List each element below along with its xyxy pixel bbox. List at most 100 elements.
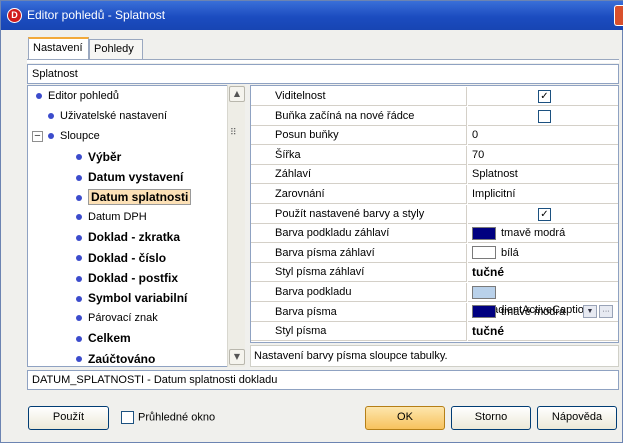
ellipsis-icon[interactable]: ···	[599, 304, 613, 318]
tree-item[interactable]: Doklad - zkratka	[76, 228, 180, 248]
property-value[interactable]: Splatnost	[468, 165, 618, 185]
color-name: tmavě modrá	[501, 227, 566, 240]
tree-item-label: Datum vystavení	[88, 169, 184, 184]
tab-panel	[27, 59, 619, 63]
tree-item-label: Párovací znak	[88, 312, 158, 325]
property-row[interactable]: Viditelnost ✓	[251, 87, 618, 106]
tree-item[interactable]: Doklad - číslo	[76, 249, 166, 269]
tree-item[interactable]: Celkem	[76, 329, 131, 349]
tree-item[interactable]: Editor pohledů	[36, 87, 119, 107]
window-title: Editor pohledů - Splatnost	[27, 8, 166, 22]
property-row[interactable]: Šířka 70	[251, 145, 618, 165]
apply-button[interactable]: Použít	[28, 406, 109, 430]
property-value[interactable]: bílá	[468, 244, 618, 263]
tree-item-label: Uživatelské nastavení	[60, 110, 167, 123]
bullet-icon	[76, 295, 82, 302]
property-value[interactable]: 0	[468, 126, 618, 146]
tab-nastaveni[interactable]: Nastavení	[28, 37, 89, 60]
property-value[interactable]: 70	[468, 146, 618, 165]
checkbox-checked-icon[interactable]: ✓	[538, 90, 551, 103]
color-name: bílá	[501, 246, 519, 259]
property-value[interactable]: clGradientActiveCaption	[468, 283, 618, 316]
color-swatch	[472, 285, 496, 299]
tree-item-label: Symbol variabilní	[88, 291, 188, 305]
bullet-icon	[76, 154, 82, 161]
bullet-icon	[76, 174, 82, 181]
property-name: Buňka začíná na nové řádce	[251, 106, 467, 126]
property-row[interactable]: Barva písma tmavě modrá ▼ ···	[251, 302, 618, 322]
property-name: Viditelnost	[251, 87, 467, 106]
property-name: Barva podkladu záhlaví	[251, 224, 467, 244]
tree-item[interactable]: − Sloupce	[32, 127, 100, 147]
property-row[interactable]: Barva podkladu clGradientActiveCaption	[251, 283, 618, 316]
tree-item[interactable]: Datum vystavení	[76, 168, 183, 188]
property-row[interactable]: Styl písma záhlaví tučné	[251, 263, 618, 283]
scroll-down-icon[interactable]: ▼	[229, 349, 245, 365]
tree-item-label: Doklad - zkratka	[88, 230, 181, 245]
bullet-icon	[48, 133, 54, 140]
title-bar: D Editor pohledů - Splatnost	[1, 1, 623, 30]
dropdown-icon[interactable]: ▼	[583, 304, 597, 318]
property-description: Nastavení barvy písma sloupce tabulky.	[250, 345, 619, 367]
property-name: Záhlaví	[251, 165, 467, 185]
property-row[interactable]: Záhlaví Splatnost	[251, 165, 618, 185]
bullet-icon	[76, 235, 82, 242]
property-row[interactable]: Použít nastavené barvy a styly ✓	[251, 204, 618, 224]
checkbox-icon[interactable]	[538, 109, 551, 123]
property-name: Barva písma	[251, 302, 467, 322]
property-value[interactable]: ✓	[468, 205, 618, 224]
tree-item-label: Doklad - postfix	[88, 270, 179, 285]
close-button[interactable]	[614, 5, 623, 26]
property-value[interactable]: tmavě modrá	[468, 224, 618, 244]
tree-item[interactable]: Symbol variabilní	[76, 289, 187, 309]
tree-item[interactable]: Párovací znak	[76, 309, 158, 329]
property-name: Posun buňky	[251, 126, 467, 146]
property-value[interactable]	[468, 107, 618, 126]
property-grid[interactable]: Viditelnost ✓ Buňka začíná na nové řádce Po…	[250, 85, 619, 343]
property-row[interactable]: Buňka začíná na nové řádce	[251, 106, 618, 126]
tree-item-label: Sloupce	[60, 130, 100, 143]
ok-button[interactable]: OK	[365, 406, 445, 430]
property-name: Šířka	[251, 145, 467, 165]
bullet-icon	[36, 93, 42, 100]
property-value[interactable]: tučné	[468, 263, 618, 283]
tree-item[interactable]: Doklad - postfix	[76, 269, 178, 289]
help-button[interactable]: Nápověda	[537, 406, 617, 430]
tree-item[interactable]: Výběr	[76, 148, 121, 168]
checkbox-checked-icon[interactable]: ✓	[538, 207, 551, 221]
tree-item-label: Datum splatnosti	[88, 189, 192, 205]
property-row[interactable]: Zarovnání Implicitní	[251, 185, 618, 204]
views-tree[interactable]: Editor pohledů Uživatelské nastavení − Slou…	[27, 85, 245, 367]
tree-item[interactable]: Uživatelské nastavení	[48, 107, 167, 127]
property-name: Zarovnání	[251, 185, 467, 204]
search-input[interactable]: Splatnost	[27, 64, 619, 84]
color-swatch	[472, 226, 496, 240]
property-row[interactable]: Barva písma záhlaví bílá	[251, 243, 618, 263]
property-value[interactable]: ✓	[468, 87, 618, 106]
property-row[interactable]: Styl písma tučné	[251, 322, 618, 342]
tree-item[interactable]: Datum splatnosti	[76, 188, 192, 208]
bullet-icon	[76, 214, 82, 221]
tree-item[interactable]: Zaúčtováno	[76, 350, 155, 366]
transparent-window-label: Průhledné okno	[138, 411, 216, 424]
bullet-icon	[76, 275, 82, 282]
property-value[interactable]: tmavě modrá ▼ ···	[468, 303, 618, 322]
tree-item[interactable]: Datum DPH	[76, 208, 147, 228]
property-value[interactable]: tučné	[468, 322, 618, 342]
cancel-button[interactable]: Storno	[451, 406, 531, 430]
transparent-window-checkbox[interactable]	[121, 411, 134, 424]
tab-pohledy[interactable]: Pohledy	[89, 39, 143, 59]
bullet-icon	[48, 113, 54, 120]
collapse-icon[interactable]: −	[32, 130, 43, 142]
app-icon: D	[7, 8, 22, 23]
property-name: Barva písma záhlaví	[251, 243, 467, 263]
scroll-up-icon[interactable]: ▲	[229, 86, 245, 102]
property-row[interactable]: Barva podkladu záhlaví tmavě modrá	[251, 224, 618, 244]
tree-item-label: Celkem	[88, 331, 131, 346]
splitter-grip-icon[interactable]: ⠿	[230, 128, 237, 138]
property-value[interactable]: Implicitní	[468, 185, 618, 204]
bullet-icon	[76, 356, 82, 363]
property-row[interactable]: Posun buňky 0	[251, 126, 618, 146]
transparent-window-option[interactable]: Průhledné okno	[121, 411, 215, 424]
tree-item-label: Výběr	[88, 149, 122, 164]
